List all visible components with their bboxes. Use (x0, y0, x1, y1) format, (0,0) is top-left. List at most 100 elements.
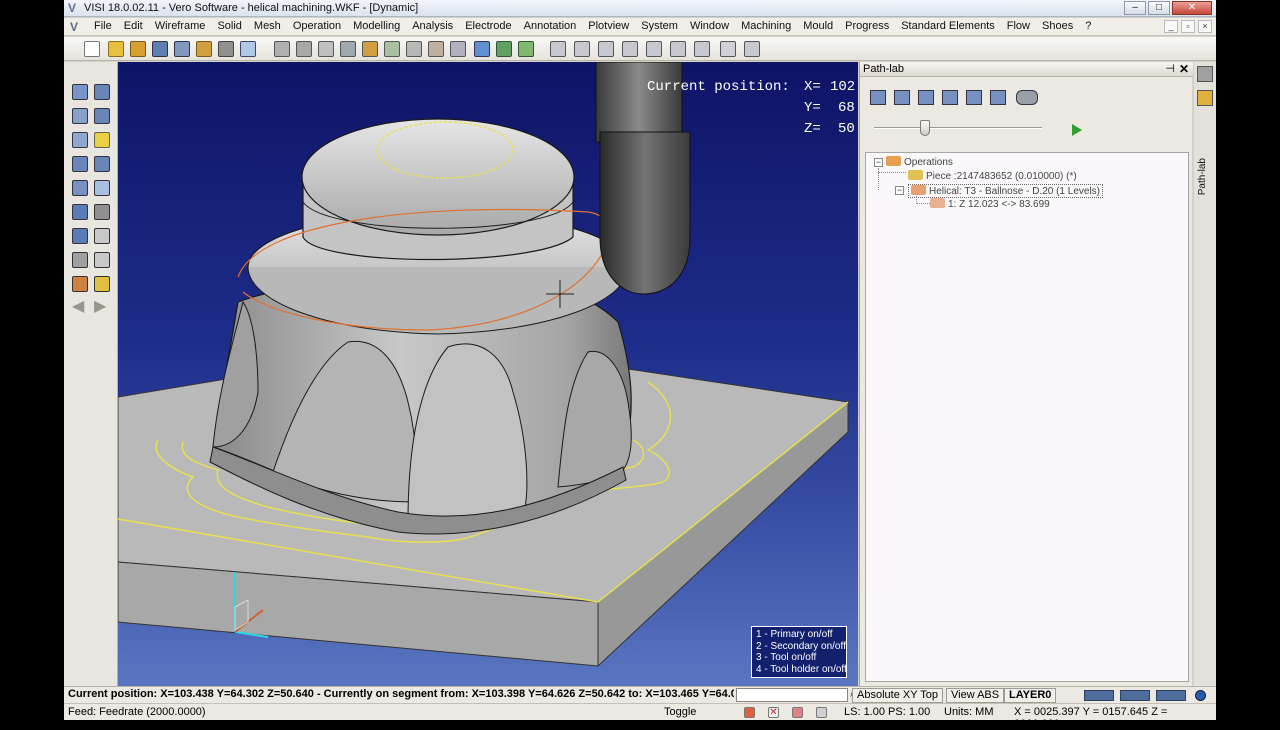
path-lab-side-tab[interactable]: Path-lab (1197, 158, 1208, 195)
stop-icon[interactable] (942, 90, 958, 105)
menu-operation[interactable]: Operation (287, 20, 347, 32)
solid-cube-icon[interactable] (94, 204, 110, 220)
menu-modelling[interactable]: Modelling (347, 20, 406, 32)
drill-icon[interactable] (384, 41, 400, 57)
stack-icon[interactable] (720, 41, 736, 57)
cylinder-copy-icon[interactable] (622, 41, 638, 57)
menu-progress[interactable]: Progress (839, 20, 895, 32)
tool-options-icon[interactable] (1016, 90, 1038, 105)
arrow-left-icon[interactable]: ◀ (72, 299, 88, 316)
toolpath-icon[interactable] (296, 41, 312, 57)
play-icon[interactable] (1072, 124, 1082, 136)
globe-icon[interactable] (1195, 690, 1206, 701)
window-layout-icon[interactable] (240, 41, 256, 57)
simulate-icon[interactable] (450, 41, 466, 57)
milling-icon[interactable] (406, 41, 422, 57)
zoom-out-icon[interactable] (94, 84, 110, 100)
arc-icon[interactable] (318, 41, 334, 57)
measure-icon[interactable] (94, 228, 110, 244)
expand-operations-toggle[interactable]: − (874, 158, 883, 167)
menu-wireframe[interactable]: Wireframe (149, 20, 212, 32)
color-swatch-1[interactable] (1084, 690, 1114, 701)
green-cube-icon[interactable] (496, 41, 512, 57)
toggle-label[interactable]: Toggle (664, 706, 696, 718)
print-icon[interactable] (174, 41, 190, 57)
zoom-all-icon[interactable] (94, 108, 110, 124)
snap-icon[interactable] (744, 707, 755, 718)
menu-flow[interactable]: Flow (1001, 20, 1036, 32)
rotate-icon[interactable] (72, 156, 88, 172)
stack-edit-icon[interactable] (744, 41, 760, 57)
menu-window[interactable]: Window (684, 20, 735, 32)
pause-icon[interactable] (870, 90, 886, 105)
operation-icon[interactable] (362, 41, 378, 57)
save-icon[interactable] (152, 41, 168, 57)
cylinder-move-icon[interactable] (646, 41, 662, 57)
open-folder-icon[interactable] (130, 41, 146, 57)
view-plane-icon[interactable] (94, 180, 110, 196)
new-file-icon[interactable] (84, 41, 100, 57)
cylinder-delete-icon[interactable] (670, 41, 686, 57)
cylinder-list-icon[interactable] (694, 41, 710, 57)
fast-forward-icon[interactable] (990, 90, 1006, 105)
color-swatch-3[interactable] (1156, 690, 1186, 701)
mdi-restore-button[interactable]: ▫ (1181, 20, 1195, 33)
menu-annotation[interactable]: Annotation (518, 20, 583, 32)
zoom-icon[interactable] (218, 41, 234, 57)
menu-edit[interactable]: Edit (118, 20, 149, 32)
view-mode-box[interactable]: Absolute XY Top (852, 688, 943, 703)
simulation-slider-track[interactable] (874, 127, 1042, 129)
mdi-close-button[interactable]: × (1198, 20, 1212, 33)
simulation-slider-thumb[interactable] (920, 120, 930, 136)
pin-icon[interactable]: ⊣ (1165, 62, 1175, 75)
palette-icon[interactable] (196, 41, 212, 57)
menu-mesh[interactable]: Mesh (248, 20, 287, 32)
menu-analysis[interactable]: Analysis (406, 20, 459, 32)
zoom-window-icon[interactable] (72, 108, 88, 124)
export-icon[interactable] (518, 41, 534, 57)
menu-electrode[interactable]: Electrode (459, 20, 517, 32)
menu-system[interactable]: System (635, 20, 684, 32)
menu-standard-elements[interactable]: Standard Elements (895, 20, 1001, 32)
view-cube-icon[interactable] (72, 180, 88, 196)
layer-box[interactable]: LAYER0 (1004, 688, 1057, 703)
orbit-icon[interactable] (94, 156, 110, 172)
mdi-minimize-button[interactable]: _ (1164, 20, 1178, 33)
menu-shoes[interactable]: Shoes (1036, 20, 1079, 32)
command-input[interactable] (736, 688, 848, 702)
attributes-icon[interactable] (72, 276, 88, 292)
close-button[interactable]: ✕ (1172, 1, 1212, 15)
maximize-button[interactable]: □ (1148, 1, 1170, 15)
open-file-icon[interactable] (108, 41, 124, 57)
menu-plotview[interactable]: Plotview (582, 20, 635, 32)
rewind-icon[interactable] (966, 90, 982, 105)
cancel-icon[interactable]: ✕ (768, 707, 779, 718)
color-swatch-2[interactable] (1120, 690, 1150, 701)
arrow-right-icon[interactable]: ▶ (94, 299, 110, 316)
tree-node-piece[interactable]: Piece :2147483652 (0.010000) (*) (908, 170, 1077, 182)
cylinder-add-icon[interactable] (598, 41, 614, 57)
cylinder-icon[interactable] (550, 41, 566, 57)
machine-icon[interactable] (274, 41, 290, 57)
probe-icon[interactable] (428, 41, 444, 57)
menu-machining[interactable]: Machining (735, 20, 797, 32)
query-icon[interactable] (72, 228, 88, 244)
grid-icon[interactable] (792, 707, 803, 718)
panel-close-button[interactable]: ✕ (1179, 62, 1189, 76)
step-forward-icon[interactable] (918, 90, 934, 105)
redraw-icon[interactable] (72, 204, 88, 220)
ortho-icon[interactable] (816, 707, 827, 718)
tree-node-level[interactable]: 1: Z 12.023 <-> 83.699 (930, 198, 1050, 210)
zoom-in-icon[interactable] (72, 84, 88, 100)
minimize-button[interactable]: – (1124, 1, 1146, 15)
settings-icon[interactable] (94, 276, 110, 292)
layer-icon[interactable] (94, 252, 110, 268)
menu-help[interactable]: ? (1079, 20, 1097, 32)
menu-solid[interactable]: Solid (211, 20, 247, 32)
view-abs-box[interactable]: View ABS (946, 688, 1005, 703)
expand-helical-toggle[interactable]: − (895, 186, 904, 195)
dock-path-icon[interactable] (1197, 90, 1213, 106)
3d-viewport[interactable]: Current position: X= 102.648 Y= 68.730 Z… (118, 62, 858, 686)
pan-icon[interactable] (72, 132, 88, 148)
tool-icon[interactable] (340, 41, 356, 57)
